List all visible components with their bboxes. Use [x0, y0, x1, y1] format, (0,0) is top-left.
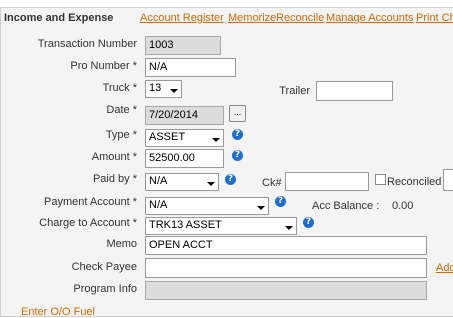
charge-to-account-label: Charge to Account * [39, 217, 137, 229]
payment-account-help-icon[interactable]: ? [275, 196, 286, 207]
paid-by-help-icon[interactable]: ? [225, 174, 236, 185]
acc-balance-label: Acc Balance : [312, 200, 380, 212]
program-info-field [145, 281, 427, 300]
pro-number-input[interactable]: N/A [145, 58, 236, 77]
payment-account-select[interactable]: N/A [145, 197, 269, 215]
paid-by-label: Paid by * [92, 173, 137, 185]
check-payee-input[interactable] [145, 258, 427, 278]
amount-help-icon[interactable]: ? [232, 150, 243, 161]
chevron-down-icon [170, 89, 178, 93]
account-register-link[interactable]: Account Register [140, 12, 224, 24]
chevron-down-icon [285, 226, 293, 230]
add-payee-link[interactable]: Add [436, 262, 453, 274]
type-label: Type * [105, 129, 137, 141]
truck-label: Truck * [102, 82, 137, 94]
print-checks-link[interactable]: Print Ch [416, 12, 453, 24]
trailer-input[interactable] [316, 81, 393, 101]
manage-accounts-link[interactable]: Manage Accounts [326, 12, 413, 24]
date-field[interactable]: 7/20/2014 [145, 106, 224, 125]
transaction-number-field: 1003 [145, 36, 221, 55]
ck-number-input[interactable] [285, 172, 369, 191]
paid-by-value: N/A [149, 175, 168, 187]
section-title: Income and Expense [4, 12, 114, 24]
acc-balance-value: 0.00 [392, 200, 414, 212]
reconcile-link[interactable]: Reconcile [276, 12, 324, 24]
charge-to-account-help-icon[interactable]: ? [303, 217, 314, 228]
trailer-label: Trailer [279, 85, 310, 97]
chevron-down-icon [212, 138, 220, 142]
type-help-icon[interactable]: ? [232, 129, 243, 140]
pro-number-label: Pro Number * [70, 60, 137, 72]
calendar-button[interactable]: ... [229, 105, 246, 122]
charge-to-account-select[interactable]: TRK13 ASSET [145, 217, 297, 235]
charge-to-account-value: TRK13 ASSET [149, 219, 222, 231]
amount-label: Amount * [91, 151, 137, 163]
enter-oo-fuel-link[interactable]: Enter O/O Fuel [21, 306, 95, 318]
chevron-down-icon [257, 206, 265, 210]
amount-input[interactable]: 52500.00 [145, 149, 224, 168]
memorize-link[interactable]: Memorize [228, 12, 276, 24]
paid-by-select[interactable]: N/A [145, 173, 219, 191]
payment-account-label: Payment Account * [44, 196, 137, 208]
ck-number-label: Ck# [262, 177, 282, 189]
memo-label: Memo [106, 238, 137, 250]
reconciled-side-input[interactable] [443, 169, 453, 191]
memo-input[interactable]: OPEN ACCT [145, 236, 427, 255]
chevron-down-icon [207, 182, 215, 186]
payment-account-value: N/A [149, 199, 168, 211]
type-select[interactable]: ASSET [145, 129, 224, 147]
truck-select[interactable]: 13 [145, 80, 182, 98]
transaction-number-label: Transaction Number [37, 38, 137, 50]
date-label: Date * [106, 104, 137, 116]
truck-value: 13 [149, 82, 162, 94]
check-payee-label: Check Payee [71, 261, 137, 273]
reconciled-checkbox[interactable] [375, 174, 386, 185]
reconciled-label: Reconciled [387, 176, 442, 188]
type-value: ASSET [149, 131, 186, 143]
program-info-label: Program Info [73, 283, 137, 295]
